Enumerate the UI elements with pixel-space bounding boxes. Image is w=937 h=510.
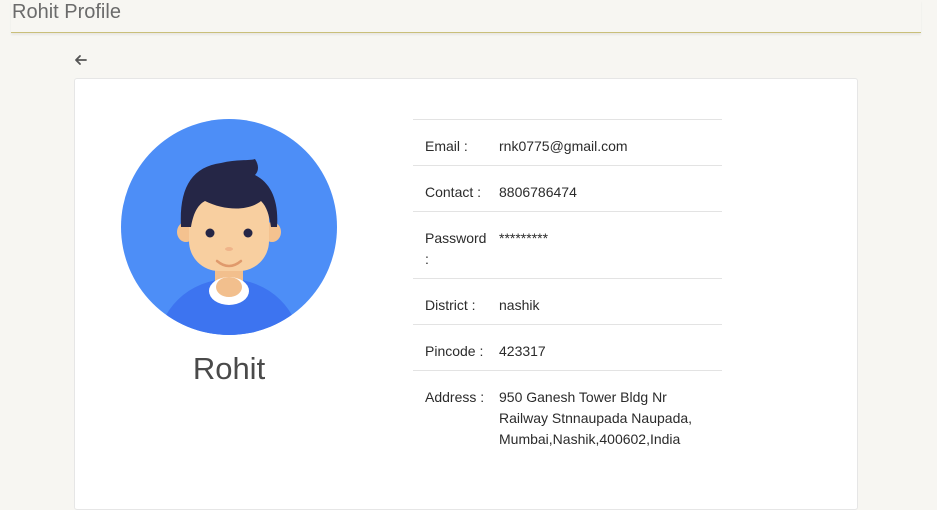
page-title: Rohit Profile	[12, 1, 121, 23]
contact-label: Contact :	[425, 184, 482, 200]
pincode-value: 423317	[499, 343, 546, 359]
contact-row: Contact : 8806786474	[413, 166, 722, 212]
profile-details: Email : rnk0775@gmail.com Contact : 8806…	[413, 119, 722, 451]
email-row: Email : rnk0775@gmail.com	[413, 120, 722, 166]
user-name: Rohit	[192, 351, 266, 386]
address-value: 950 Ganesh Tower Bldg Nr Railway Stnnaup…	[499, 389, 693, 447]
page-header: Rohit Profile	[11, 0, 921, 33]
password-value: *********	[499, 230, 549, 246]
district-row: District : nashik	[413, 279, 722, 325]
password-row: Password : *********	[413, 212, 722, 279]
back-button[interactable]	[72, 51, 90, 69]
password-label: Password :	[425, 230, 487, 267]
email-value: rnk0775@gmail.com	[499, 138, 628, 154]
address-row: Address : 950 Ganesh Tower Bldg Nr Railw…	[413, 371, 722, 451]
profile-card: Rohit Email : rnk0775@gmail.com Contact …	[74, 78, 858, 510]
address-label: Address :	[425, 389, 485, 405]
avatar	[121, 119, 337, 335]
pincode-row: Pincode : 423317	[413, 325, 722, 371]
contact-value: 8806786474	[499, 184, 577, 200]
email-label: Email :	[425, 138, 468, 154]
district-label: District :	[425, 297, 476, 313]
arrow-left-icon	[75, 55, 87, 65]
user-avatar-icon	[121, 119, 337, 335]
district-value: nashik	[499, 297, 540, 313]
pincode-label: Pincode :	[425, 343, 484, 359]
